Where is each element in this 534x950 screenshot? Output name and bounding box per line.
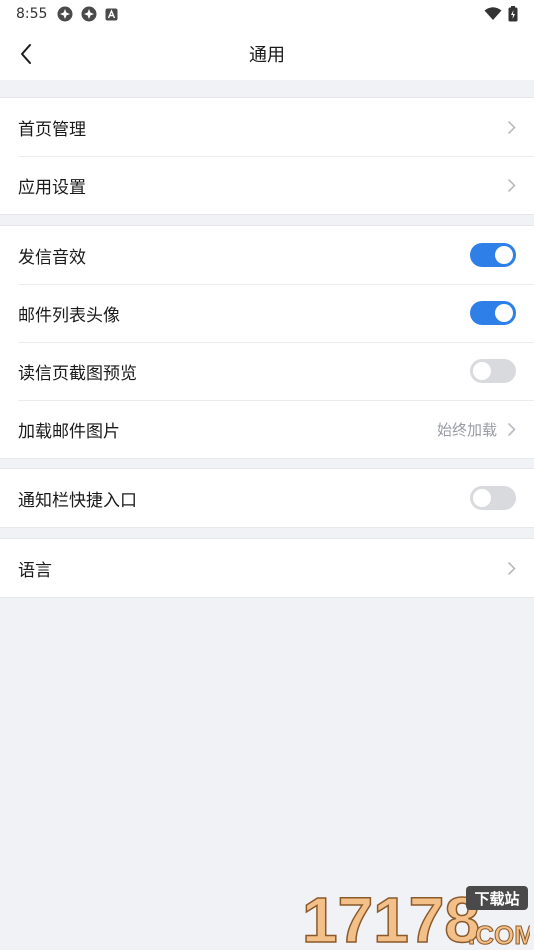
settings-group-1: 首页管理 应用设置 xyxy=(0,97,534,215)
row-label: 语言 xyxy=(18,560,52,581)
settings-row-app-settings[interactable]: 应用设置 xyxy=(0,156,534,214)
settings-row-list-avatar: 邮件列表头像 xyxy=(0,284,534,342)
row-label: 通知栏快捷入口 xyxy=(18,490,137,511)
row-label: 加载邮件图片 xyxy=(18,421,120,442)
chevron-right-icon xyxy=(507,561,516,575)
watermark-logo: 17178 下载站 .COM xyxy=(301,884,530,948)
app-icon xyxy=(57,6,73,22)
watermark-text: 17178 xyxy=(302,884,480,948)
notification-icon xyxy=(105,8,118,20)
settings-row-send-sound: 发信音效 xyxy=(0,226,534,284)
notify-shortcut-toggle[interactable] xyxy=(470,486,516,510)
settings-group-4: 语言 xyxy=(0,538,534,598)
row-label: 邮件列表头像 xyxy=(18,305,120,326)
watermark-domain: .COM xyxy=(468,920,530,948)
settings-group-2: 发信音效 邮件列表头像 读信页截图预览 加载邮件图片 始终加载 xyxy=(0,225,534,459)
screenshot-preview-toggle[interactable] xyxy=(470,359,516,383)
page-title: 通用 xyxy=(249,45,285,66)
chevron-right-icon xyxy=(507,120,516,134)
settings-row-load-images[interactable]: 加载邮件图片 始终加载 xyxy=(0,400,534,458)
chevron-right-icon xyxy=(507,422,516,436)
status-right xyxy=(484,6,518,22)
app-icon xyxy=(81,6,97,22)
status-bar: 8:55 xyxy=(0,0,534,28)
row-label: 读信页截图预览 xyxy=(18,363,137,384)
settings-row-screenshot-preview: 读信页截图预览 xyxy=(0,342,534,400)
chevron-right-icon xyxy=(507,178,516,192)
settings-row-home-manage[interactable]: 首页管理 xyxy=(0,98,534,156)
status-icons xyxy=(57,6,118,22)
send-sound-toggle[interactable] xyxy=(470,243,516,267)
settings-row-notify-shortcut: 通知栏快捷入口 xyxy=(0,469,534,527)
row-value: 始终加载 xyxy=(436,420,497,439)
row-label: 首页管理 xyxy=(18,119,86,140)
back-button[interactable] xyxy=(10,38,42,70)
settings-row-language[interactable]: 语言 xyxy=(0,539,534,597)
wifi-icon xyxy=(484,7,502,20)
list-avatar-toggle[interactable] xyxy=(470,301,516,325)
watermark-sub: 下载站 xyxy=(474,890,519,908)
status-time: 8:55 xyxy=(16,6,48,22)
row-label: 应用设置 xyxy=(18,177,86,198)
row-label: 发信音效 xyxy=(18,247,86,268)
battery-icon xyxy=(508,6,518,22)
chevron-left-icon xyxy=(21,44,31,64)
nav-bar: 通用 xyxy=(0,28,534,80)
settings-group-3: 通知栏快捷入口 xyxy=(0,468,534,528)
